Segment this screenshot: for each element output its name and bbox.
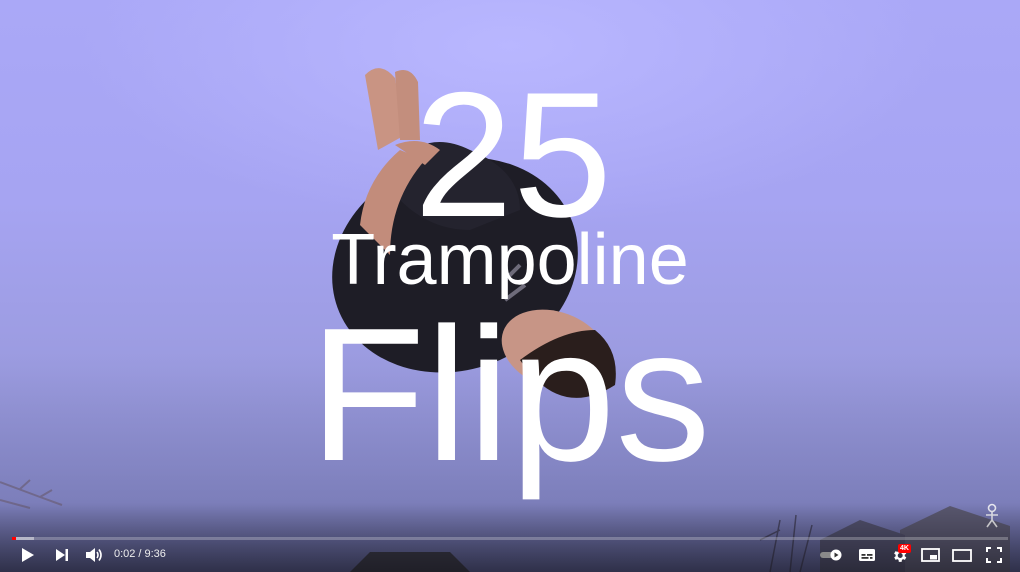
video-player[interactable]: 25 Trampoline Flips 0:02/9:36 4K [0, 0, 1020, 572]
autoplay-toggle[interactable] [818, 542, 844, 568]
play-icon [22, 548, 34, 562]
next-icon [56, 549, 68, 561]
subtitles-button[interactable] [856, 542, 878, 568]
title-word-flips: Flips [309, 289, 711, 501]
progress-played [12, 537, 16, 540]
volume-icon [86, 548, 102, 562]
miniplayer-icon [920, 548, 940, 562]
title-number: 25 [414, 55, 612, 254]
fullscreen-icon [986, 547, 1002, 563]
subtitles-icon [859, 549, 875, 561]
miniplayer-button[interactable] [918, 542, 942, 568]
theater-mode-icon [952, 548, 972, 562]
current-time: 0:02 [114, 548, 136, 560]
autoplay-toggle-icon [820, 549, 842, 561]
duration: 9:36 [144, 548, 166, 560]
quality-badge: 4K [898, 544, 911, 553]
fullscreen-button[interactable] [982, 542, 1006, 568]
mute-button[interactable] [82, 542, 106, 568]
title-word-trampoline: Trampoline [331, 220, 689, 300]
play-button[interactable] [16, 542, 40, 568]
progress-bar[interactable] [12, 537, 1008, 540]
next-button[interactable] [50, 542, 74, 568]
theater-mode-button[interactable] [950, 542, 974, 568]
time-display: 0:02/9:36 [114, 548, 166, 560]
